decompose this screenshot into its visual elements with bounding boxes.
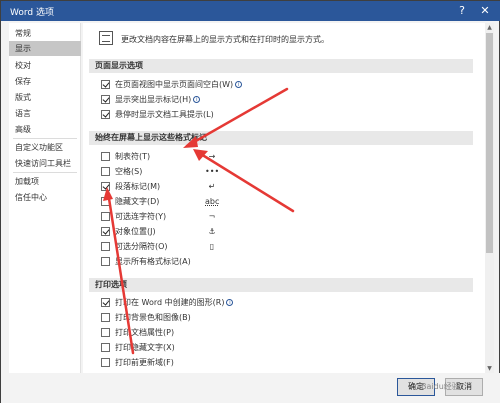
checkbox[interactable]	[101, 343, 110, 352]
sidebar-item-proofing[interactable]: 校对	[9, 58, 81, 73]
checkbox[interactable]	[101, 227, 110, 236]
tab-mark-icon: →	[208, 152, 216, 161]
close-button[interactable]: ✕	[476, 2, 494, 19]
checkbox[interactable]	[101, 257, 110, 266]
option-label: 显示突出显示标记(H)	[115, 95, 192, 104]
option-paragraph-marks[interactable]: 段落标记(M) ↵	[101, 181, 401, 194]
scroll-down-icon[interactable]: ▼	[485, 364, 494, 373]
checkbox[interactable]	[101, 95, 110, 104]
paragraph-mark-icon: ↵	[208, 182, 216, 191]
option-show-tooltips[interactable]: 悬停时显示文档工具提示(L)	[101, 109, 401, 122]
sidebar: 常规 显示 校对 保存 版式 语言 高级 自定义功能区 快速访问工具栏 加载项 …	[9, 23, 81, 373]
sidebar-item-display[interactable]: 显示	[9, 41, 81, 56]
scroll-up-icon[interactable]: ▲	[485, 23, 494, 32]
section-header-formatting-marks: 始终在屏幕上显示这些格式标记	[89, 131, 473, 145]
checkbox[interactable]	[101, 152, 110, 161]
option-print-hidden-text[interactable]: 打印隐藏文字(X)	[101, 342, 401, 355]
option-label: 可选分隔符(O)	[115, 242, 168, 251]
sidebar-item-customize-ribbon[interactable]: 自定义功能区	[9, 140, 81, 155]
option-label: 段落标记(M)	[115, 182, 161, 191]
option-label: 对象位置(J)	[115, 227, 156, 236]
sidebar-item-advanced[interactable]: 高级	[9, 122, 81, 137]
option-print-background[interactable]: 打印背景色和图像(B)	[101, 312, 401, 325]
checkbox[interactable]	[101, 182, 110, 191]
checkbox[interactable]	[101, 242, 110, 251]
checkbox[interactable]	[101, 298, 110, 307]
info-icon: i	[226, 299, 234, 306]
checkbox[interactable]	[101, 80, 110, 89]
sidebar-item-add-ins[interactable]: 加载项	[9, 174, 81, 189]
info-icon: i	[193, 96, 201, 103]
option-optional-breaks[interactable]: 可选分隔符(O) ▯	[101, 241, 401, 254]
option-print-properties[interactable]: 打印文档属性(P)	[101, 327, 401, 340]
option-label: 悬停时显示文档工具提示(L)	[115, 110, 214, 119]
option-label: 打印隐藏文字(X)	[115, 343, 175, 352]
title-bar: Word 选项 ? ✕	[1, 1, 500, 21]
checkbox[interactable]	[101, 358, 110, 367]
window-title: Word 选项	[10, 8, 54, 18]
sidebar-item-general[interactable]: 常规	[9, 26, 81, 41]
option-label: 可选连字符(Y)	[115, 212, 167, 221]
optional-hyphen-icon: ¬	[208, 212, 216, 221]
display-icon	[99, 31, 113, 45]
option-show-all-marks[interactable]: 显示所有格式标记(A)	[101, 256, 401, 269]
option-label: 隐藏文字(D)	[115, 197, 160, 206]
checkbox[interactable]	[101, 328, 110, 337]
option-label: 在页面视图中显示页面间空白(W)	[115, 80, 234, 89]
watermark: Baidu经验	[421, 382, 460, 391]
checkbox[interactable]	[101, 110, 110, 119]
option-object-anchors[interactable]: 对象位置(J) ⚓	[101, 226, 401, 239]
space-mark-icon: •••	[205, 167, 220, 176]
option-label: 打印在 Word 中创建的图形(R)	[115, 298, 225, 307]
sidebar-item-save[interactable]: 保存	[9, 74, 81, 89]
option-tab-characters[interactable]: 制表符(T) →	[101, 151, 401, 164]
option-label: 显示所有格式标记(A)	[115, 257, 191, 266]
hidden-text-icon: abc	[205, 197, 220, 206]
option-print-drawings[interactable]: 打印在 Word 中创建的图形(R) i	[101, 297, 401, 310]
checkbox[interactable]	[101, 313, 110, 322]
word-options-dialog: Word 选项 ? ✕ 常规 显示 校对 保存 版式 语言 高级 自定义功能区 …	[0, 0, 500, 403]
option-label: 打印背景色和图像(B)	[115, 313, 191, 322]
option-spaces[interactable]: 空格(S) •••	[101, 166, 401, 179]
sidebar-divider	[13, 172, 77, 173]
sidebar-item-language[interactable]: 语言	[9, 106, 81, 121]
option-label: 制表符(T)	[115, 152, 151, 161]
sidebar-divider	[13, 138, 77, 139]
section-header-page-display: 页面显示选项	[89, 59, 473, 73]
sidebar-item-typography[interactable]: 版式	[9, 90, 81, 105]
option-show-highlighter[interactable]: 显示突出显示标记(H) i	[101, 94, 401, 107]
intro-text: 更改文档内容在屏幕上的显示方式和在打印时的显示方式。	[121, 35, 329, 44]
checkbox[interactable]	[101, 212, 110, 221]
vertical-scrollbar[interactable]: ▲ ▼	[485, 23, 494, 373]
option-label: 打印前更新域(F)	[115, 358, 174, 367]
option-update-fields[interactable]: 打印前更新域(F)	[101, 357, 401, 370]
section-header-print: 打印选项	[89, 278, 473, 292]
option-show-whitespace[interactable]: 在页面视图中显示页面间空白(W) i	[101, 79, 401, 92]
sidebar-item-quick-access-toolbar[interactable]: 快速访问工具栏	[9, 156, 81, 171]
help-button[interactable]: ?	[453, 2, 471, 19]
checkbox[interactable]	[101, 197, 110, 206]
option-label: 空格(S)	[115, 167, 143, 176]
display-options-panel: 更改文档内容在屏幕上的显示方式和在打印时的显示方式。 页面显示选项 在页面视图中…	[83, 23, 485, 373]
info-icon: i	[235, 81, 243, 88]
option-optional-hyphens[interactable]: 可选连字符(Y) ¬	[101, 211, 401, 224]
optional-break-icon: ▯	[209, 242, 215, 251]
option-label: 打印文档属性(P)	[115, 328, 175, 337]
sidebar-item-trust-center[interactable]: 信任中心	[9, 190, 81, 205]
anchor-icon: ⚓	[208, 227, 216, 236]
checkbox[interactable]	[101, 167, 110, 176]
option-hidden-text[interactable]: 隐藏文字(D) abc	[101, 196, 401, 209]
scroll-thumb[interactable]	[486, 33, 493, 253]
